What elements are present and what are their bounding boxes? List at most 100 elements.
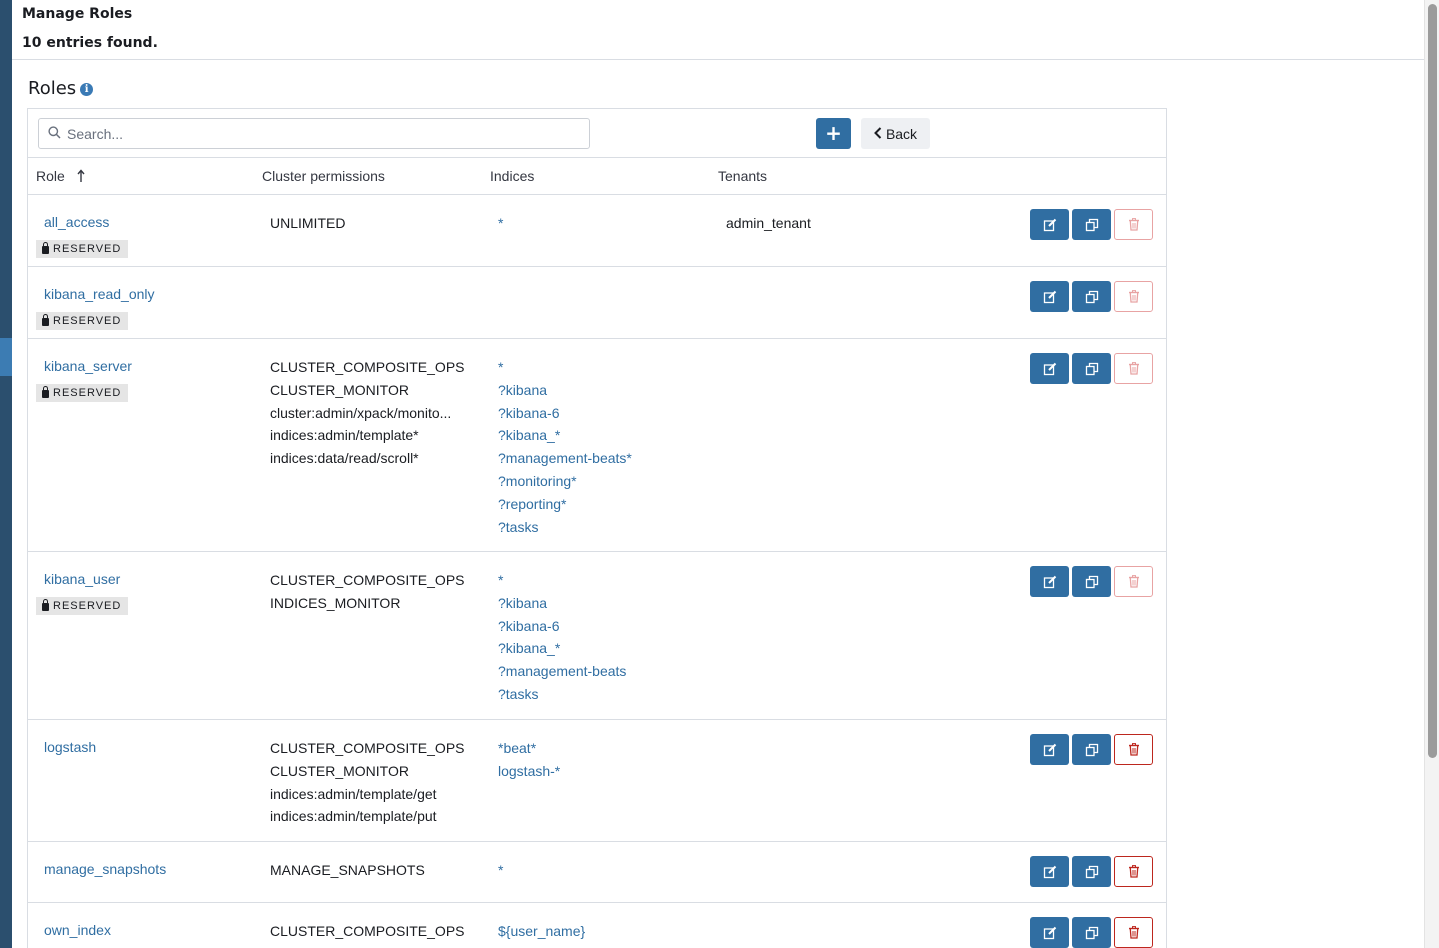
table-row: kibana_server RESERVED CLUSTER_COMPOSITE_O… bbox=[28, 339, 1166, 552]
index-pattern-link[interactable]: *beat* bbox=[498, 739, 560, 762]
table-row: kibana_user RESERVED CLUSTER_COMPOSITE_OPS… bbox=[28, 552, 1166, 720]
index-pattern-link[interactable]: ?tasks bbox=[498, 685, 626, 708]
duplicate-role-button[interactable] bbox=[1072, 566, 1111, 597]
index-pattern-link[interactable]: ?kibana_* bbox=[498, 426, 632, 449]
index-pattern-link[interactable]: * bbox=[498, 358, 632, 381]
plus-icon: + bbox=[825, 121, 842, 145]
index-pattern-link[interactable]: ?kibana bbox=[498, 594, 626, 617]
search-box[interactable] bbox=[38, 118, 590, 149]
column-header-cluster[interactable]: Cluster permissions bbox=[262, 168, 385, 184]
cluster-permissions-list: UNLIMITED bbox=[270, 214, 345, 237]
section-title-text: Roles bbox=[28, 78, 77, 99]
left-nav-rail bbox=[0, 0, 12, 948]
indices-list: ${user_name} bbox=[498, 922, 585, 945]
index-pattern-link[interactable]: * bbox=[498, 861, 503, 884]
cluster-permission-item: CLUSTER_COMPOSITE_OPS bbox=[270, 359, 465, 375]
table-header: Role Cluster permissions Indices Tenants bbox=[28, 158, 1166, 195]
duplicate-role-button[interactable] bbox=[1072, 281, 1111, 312]
duplicate-role-button[interactable] bbox=[1072, 856, 1111, 887]
role-name-link[interactable]: own_index bbox=[44, 922, 111, 938]
copy-icon bbox=[1085, 218, 1099, 232]
scrollbar-thumb[interactable] bbox=[1428, 4, 1437, 758]
delete-role-button[interactable] bbox=[1114, 734, 1153, 765]
column-header-role[interactable]: Role bbox=[36, 168, 85, 186]
indices-list: * ?kibana ?kibana-6 ?kibana_* ?management-be… bbox=[498, 358, 632, 540]
role-name-link[interactable]: logstash bbox=[44, 739, 96, 755]
column-header-tenants[interactable]: Tenants bbox=[718, 168, 767, 184]
duplicate-role-button[interactable] bbox=[1072, 917, 1111, 948]
cluster-permission-item: indices:admin/template/put bbox=[270, 808, 437, 825]
copy-icon bbox=[1085, 926, 1099, 940]
role-name-link[interactable]: kibana_server bbox=[44, 358, 132, 374]
row-actions bbox=[1030, 856, 1153, 887]
delete-role-button[interactable] bbox=[1114, 856, 1153, 887]
edit-role-button[interactable] bbox=[1030, 917, 1069, 948]
trash-icon bbox=[1128, 575, 1140, 588]
entries-count: 10 entries found. bbox=[22, 35, 158, 51]
reserved-badge-label: RESERVED bbox=[53, 315, 122, 327]
cluster-permissions-list: MANAGE_SNAPSHOTS bbox=[270, 861, 425, 884]
edit-icon bbox=[1043, 362, 1057, 376]
edit-role-button[interactable] bbox=[1030, 353, 1069, 384]
cluster-permission-item: indices:data/read/scroll* bbox=[270, 450, 419, 467]
cluster-permission-item: CLUSTER_MONITOR bbox=[270, 762, 409, 779]
index-pattern-link[interactable]: ?kibana bbox=[498, 381, 632, 404]
reserved-badge: RESERVED bbox=[36, 240, 129, 258]
sort-ascending-icon[interactable] bbox=[77, 169, 85, 186]
page-header: Manage Roles 10 entries found. bbox=[12, 0, 1424, 60]
lock-icon bbox=[42, 386, 49, 398]
delete-role-button[interactable] bbox=[1114, 209, 1153, 240]
chevron-left-icon bbox=[874, 126, 882, 142]
delete-role-button[interactable] bbox=[1114, 353, 1153, 384]
column-header-role-label: Role bbox=[36, 168, 65, 184]
duplicate-role-button[interactable] bbox=[1072, 353, 1111, 384]
role-name-link[interactable]: all_access bbox=[44, 214, 109, 230]
index-pattern-link[interactable]: ?management-beats* bbox=[498, 449, 632, 472]
edit-role-button[interactable] bbox=[1030, 281, 1069, 312]
edit-role-button[interactable] bbox=[1030, 856, 1069, 887]
index-pattern-link[interactable]: ?monitoring* bbox=[498, 472, 632, 495]
edit-icon bbox=[1043, 926, 1057, 940]
index-pattern-link[interactable]: ${user_name} bbox=[498, 922, 585, 945]
reserved-badge-label: RESERVED bbox=[53, 243, 122, 255]
page-scrollbar[interactable] bbox=[1424, 0, 1439, 948]
cluster-permission-item: MANAGE_SNAPSHOTS bbox=[270, 862, 425, 878]
search-input[interactable] bbox=[67, 125, 567, 142]
delete-role-button[interactable] bbox=[1114, 281, 1153, 312]
back-button[interactable]: Back bbox=[861, 118, 930, 149]
delete-role-button[interactable] bbox=[1114, 917, 1153, 948]
index-pattern-link[interactable]: ?kibana_* bbox=[498, 639, 626, 662]
info-icon[interactable]: i bbox=[80, 83, 94, 96]
role-name-link[interactable]: manage_snapshots bbox=[44, 861, 166, 877]
edit-role-button[interactable] bbox=[1030, 209, 1069, 240]
table-toolbar: + Back bbox=[28, 109, 1166, 158]
add-role-button[interactable]: + bbox=[816, 118, 851, 149]
duplicate-role-button[interactable] bbox=[1072, 734, 1111, 765]
index-pattern-link[interactable]: ?kibana-6 bbox=[498, 617, 626, 640]
index-pattern-link[interactable]: * bbox=[498, 214, 503, 237]
index-pattern-link[interactable]: ?management-beats bbox=[498, 662, 626, 685]
reserved-badge-label: RESERVED bbox=[53, 600, 122, 612]
delete-role-button[interactable] bbox=[1114, 566, 1153, 597]
index-pattern-link[interactable]: ?kibana-6 bbox=[498, 404, 632, 427]
trash-icon bbox=[1128, 743, 1140, 756]
cluster-permission-item: indices:admin/template/get bbox=[270, 785, 437, 802]
duplicate-role-button[interactable] bbox=[1072, 209, 1111, 240]
role-name-link[interactable]: kibana_user bbox=[44, 571, 120, 587]
edit-icon bbox=[1043, 865, 1057, 879]
lock-icon bbox=[42, 242, 49, 254]
trash-icon bbox=[1128, 362, 1140, 375]
edit-icon bbox=[1043, 218, 1057, 232]
index-pattern-link[interactable]: * bbox=[498, 571, 626, 594]
row-actions bbox=[1030, 353, 1153, 384]
row-actions bbox=[1030, 209, 1153, 240]
column-header-indices[interactable]: Indices bbox=[490, 168, 534, 184]
index-pattern-link[interactable]: ?reporting* bbox=[498, 495, 632, 518]
cluster-permission-item: CLUSTER_MONITOR bbox=[270, 381, 409, 398]
edit-role-button[interactable] bbox=[1030, 734, 1069, 765]
index-pattern-link[interactable]: ?tasks bbox=[498, 518, 632, 541]
row-actions bbox=[1030, 566, 1153, 597]
edit-role-button[interactable] bbox=[1030, 566, 1069, 597]
index-pattern-link[interactable]: logstash-* bbox=[498, 762, 560, 785]
role-name-link[interactable]: kibana_read_only bbox=[44, 286, 155, 302]
